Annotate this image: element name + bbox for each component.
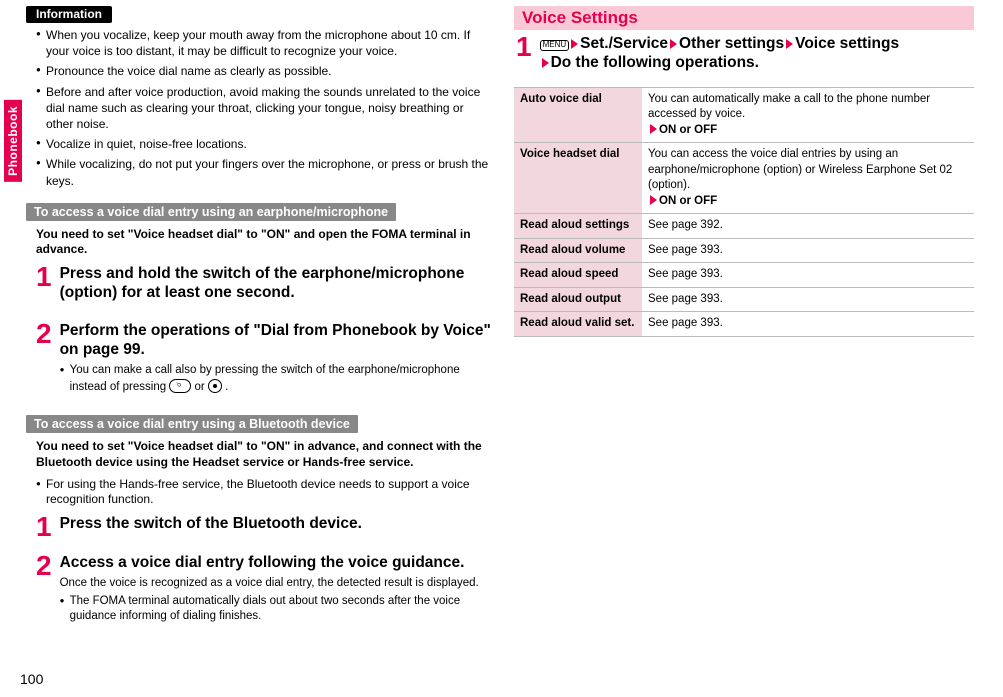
setting-key: Voice headset dial bbox=[514, 143, 642, 214]
arrow-icon bbox=[650, 124, 657, 134]
step-2: 2 Perform the operations of "Dial from P… bbox=[36, 321, 492, 396]
setting-key: Read aloud valid set. bbox=[514, 312, 642, 337]
page-number: 100 bbox=[20, 671, 43, 687]
bt-step-1: 1 Press the switch of the Bluetooth devi… bbox=[36, 514, 492, 539]
subsection-bluetooth-lead: You need to set "Voice headset dial" to … bbox=[36, 439, 492, 470]
subsection-bluetooth-bar: To access a voice dial entry using a Blu… bbox=[26, 415, 358, 433]
table-row: Read aloud settings See page 392. bbox=[514, 214, 974, 239]
setting-desc: See page 393. bbox=[642, 263, 974, 288]
step-title: Perform the operations of "Dial from Pho… bbox=[60, 321, 492, 360]
step-number: 2 bbox=[36, 321, 52, 396]
arrow-icon bbox=[650, 195, 657, 205]
info-item: Before and after voice production, avoid… bbox=[36, 84, 494, 133]
step-note: You can make a call also by pressing the… bbox=[60, 363, 492, 395]
table-row: Read aloud volume See page 393. bbox=[514, 238, 974, 263]
table-row: Read aloud output See page 393. bbox=[514, 287, 974, 312]
setting-key: Read aloud settings bbox=[514, 214, 642, 239]
menu-path: MENU Set./Service Other settings Voice sett… bbox=[540, 34, 968, 73]
setting-option: ON or OFF bbox=[659, 124, 717, 136]
call-key-icon bbox=[169, 379, 191, 393]
menu-key-icon: MENU bbox=[540, 40, 570, 51]
info-item: When you vocalize, keep your mouth away … bbox=[36, 27, 494, 59]
setting-desc: You can automatically make a call to the… bbox=[642, 87, 974, 143]
step-number: 1 bbox=[516, 34, 532, 77]
path-tail: Do the following operations. bbox=[551, 54, 759, 71]
setting-key: Read aloud speed bbox=[514, 263, 642, 288]
step-note-text: or bbox=[195, 381, 208, 393]
information-header: Information bbox=[26, 6, 112, 23]
bt-step-2: 2 Access a voice dial entry following th… bbox=[36, 553, 492, 625]
step-note-text: . bbox=[225, 381, 228, 393]
subsection-earphone-lead: You need to set "Voice headset dial" to … bbox=[36, 227, 492, 258]
path-part: Set./Service bbox=[580, 35, 668, 52]
step-1: 1 Press and hold the switch of the earph… bbox=[36, 264, 492, 307]
info-item: While vocalizing, do not put your finger… bbox=[36, 156, 494, 188]
setting-key: Auto voice dial bbox=[514, 87, 642, 143]
setting-desc: See page 393. bbox=[642, 287, 974, 312]
info-item: Vocalize in quiet, noise-free locations. bbox=[36, 136, 494, 152]
arrow-icon bbox=[786, 39, 793, 49]
setting-desc: See page 393. bbox=[642, 312, 974, 337]
table-row: Auto voice dial You can automatically ma… bbox=[514, 87, 974, 143]
setting-desc-text: You can automatically make a call to the… bbox=[648, 93, 930, 121]
step-title: Access a voice dial entry following the … bbox=[60, 553, 492, 572]
info-item: Pronounce the voice dial name as clearly… bbox=[36, 63, 494, 79]
subsection-earphone-bar: To access a voice dial entry using an ea… bbox=[26, 203, 396, 221]
table-row: Voice headset dial You can access the vo… bbox=[514, 143, 974, 214]
setting-desc-text: You can access the voice dial entries by… bbox=[648, 148, 952, 191]
step-title: Press the switch of the Bluetooth device… bbox=[60, 514, 492, 533]
step-note: The FOMA terminal automatically dials ou… bbox=[60, 594, 492, 625]
table-row: Read aloud valid set. See page 393. bbox=[514, 312, 974, 337]
path-part: Voice settings bbox=[795, 35, 899, 52]
information-list: When you vocalize, keep your mouth away … bbox=[36, 27, 494, 189]
table-row: Read aloud speed See page 393. bbox=[514, 263, 974, 288]
arrow-icon bbox=[670, 39, 677, 49]
step-number: 2 bbox=[36, 553, 52, 625]
setting-desc: See page 392. bbox=[642, 214, 974, 239]
sidebar-tab-phonebook: Phonebook bbox=[4, 100, 22, 182]
setting-key: Read aloud volume bbox=[514, 238, 642, 263]
arrow-icon bbox=[571, 39, 578, 49]
step-sub-text: Once the voice is recognized as a voice … bbox=[60, 576, 492, 592]
subsection-bluetooth-note: For using the Hands-free service, the Bl… bbox=[36, 477, 492, 508]
center-key-icon bbox=[208, 379, 222, 393]
voice-settings-table: Auto voice dial You can automatically ma… bbox=[514, 87, 974, 337]
lead-note: For using the Hands-free service, the Bl… bbox=[36, 477, 492, 508]
setting-option: ON or OFF bbox=[659, 195, 717, 207]
path-part: Other settings bbox=[679, 35, 784, 52]
section-voice-settings: Voice Settings bbox=[514, 6, 974, 30]
voice-settings-step: 1 MENU Set./Service Other settings Voice se… bbox=[516, 34, 968, 77]
setting-desc: You can access the voice dial entries by… bbox=[642, 143, 974, 214]
setting-key: Read aloud output bbox=[514, 287, 642, 312]
step-number: 1 bbox=[36, 514, 52, 539]
arrow-icon bbox=[542, 58, 549, 68]
step-title: Press and hold the switch of the earphon… bbox=[60, 264, 492, 303]
setting-desc: See page 393. bbox=[642, 238, 974, 263]
step-note-text: You can make a call also by pressing the… bbox=[70, 364, 460, 393]
step-number: 1 bbox=[36, 264, 52, 307]
